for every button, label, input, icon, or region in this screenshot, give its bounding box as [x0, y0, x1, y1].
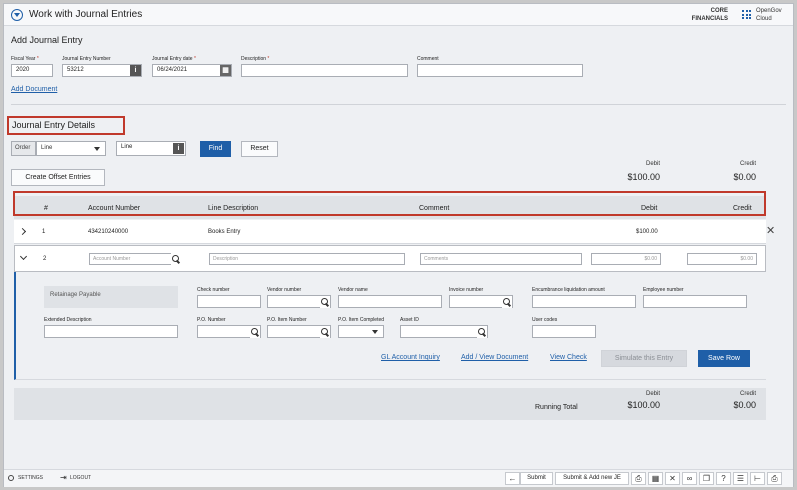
tree-icon[interactable]: ⊢: [750, 472, 765, 485]
extended-description-input[interactable]: [44, 325, 178, 338]
submit-add-new-button[interactable]: Submit & Add new JE: [555, 472, 629, 485]
credit-total: $0.00: [733, 172, 756, 182]
gl-account-inquiry-link[interactable]: GL Account Inquiry: [381, 354, 440, 361]
copy-icon[interactable]: ❐: [699, 472, 714, 485]
printer-icon[interactable]: ⎙: [767, 472, 782, 485]
info-icon[interactable]: i: [130, 65, 141, 76]
je-date-label: Journal Entry date *: [152, 56, 196, 62]
je-number-label: Journal Entry Number: [62, 56, 111, 62]
description-input[interactable]: Description: [209, 253, 405, 265]
encumbrance-input[interactable]: [532, 295, 636, 308]
logout-icon[interactable]: ⇥: [60, 473, 67, 482]
list-icon[interactable]: ☰: [733, 472, 748, 485]
order-select[interactable]: Line: [36, 141, 106, 156]
table-row-edit[interactable]: 2 Account Number Description Comments $0…: [14, 245, 766, 272]
running-credit: $0.00: [733, 400, 756, 410]
running-total-label: Running Total: [535, 404, 578, 411]
app-window: Work with Journal Entries CORE FINANCIAL…: [3, 3, 794, 487]
title-bar: Work with Journal Entries CORE FINANCIAL…: [4, 4, 793, 26]
retainage-payable: Retainage Payable: [44, 286, 178, 308]
user-codes-input[interactable]: [532, 325, 596, 338]
vendor-name-input[interactable]: [338, 295, 442, 308]
gear-icon[interactable]: [8, 475, 14, 481]
submit-button[interactable]: Submit: [520, 472, 553, 485]
divider: [11, 104, 786, 105]
comments-input[interactable]: Comments: [420, 253, 582, 265]
create-offset-button[interactable]: Create Offset Entries: [11, 169, 105, 186]
calendar-icon[interactable]: ▦: [220, 65, 231, 76]
save-row-button[interactable]: Save Row: [698, 350, 750, 367]
find-button[interactable]: Find: [200, 141, 231, 157]
employee-number-input[interactable]: [643, 295, 747, 308]
chevron-down-icon: [372, 330, 378, 334]
chevron-right-icon[interactable]: [18, 227, 27, 236]
debit-label: Debit: [645, 161, 660, 167]
running-debit: $100.00: [627, 400, 660, 410]
description-input[interactable]: [241, 64, 408, 77]
back-arrow-icon[interactable]: ←: [505, 472, 520, 485]
simulate-entry-button[interactable]: Simulate this Entry: [601, 350, 687, 367]
comment-label: Comment: [417, 56, 439, 62]
close-icon[interactable]: ✕: [766, 224, 775, 237]
account-number-input[interactable]: Account Number: [89, 253, 181, 265]
binoculars-icon[interactable]: ∞: [682, 472, 697, 485]
fiscal-year-label: Fiscal Year *: [11, 56, 39, 62]
check-number-input[interactable]: [197, 295, 261, 308]
highlight-box: [13, 191, 766, 216]
calculator-icon[interactable]: ▦: [648, 472, 663, 485]
search-icon[interactable]: [250, 326, 260, 338]
details-heading: Journal Entry Details: [12, 120, 96, 130]
grid-apps-icon[interactable]: [742, 10, 751, 19]
add-document-link[interactable]: Add Document: [11, 86, 57, 93]
description-label: Description *: [241, 56, 270, 62]
search-icon[interactable]: [320, 326, 330, 338]
search-icon[interactable]: [320, 296, 330, 308]
asset-id-input[interactable]: [400, 325, 488, 338]
view-check-link[interactable]: View Check: [550, 354, 587, 361]
logout-link[interactable]: LOGOUT: [70, 475, 91, 481]
footer-bar: SETTINGS ⇥ LOGOUT ← Submit Submit & Add …: [4, 469, 793, 487]
chevron-down-icon[interactable]: [19, 252, 28, 261]
credit-label: Credit: [739, 161, 756, 167]
debit-input[interactable]: $0.00: [591, 253, 661, 265]
help-icon[interactable]: ?: [716, 472, 731, 485]
product-name: CORE FINANCIALS: [691, 8, 728, 22]
excel-export-icon[interactable]: ✕: [665, 472, 680, 485]
app-menu-icon[interactable]: [11, 9, 23, 21]
order-label: Order: [11, 141, 36, 156]
search-icon[interactable]: [502, 296, 512, 308]
fiscal-year-input[interactable]: 2020: [11, 64, 53, 77]
add-view-document-link[interactable]: Add / View Document: [461, 354, 528, 361]
chevron-down-icon: [94, 147, 100, 151]
debit-total: $100.00: [627, 172, 660, 182]
po-item-completed-select[interactable]: [338, 325, 384, 338]
search-icon[interactable]: [477, 326, 487, 338]
table-row[interactable]: 1 434210240000 Books Entry $100.00: [14, 220, 766, 244]
reset-button[interactable]: Reset: [241, 141, 278, 157]
info-icon[interactable]: i: [173, 143, 184, 154]
page-title: Work with Journal Entries: [29, 9, 143, 20]
print-icon[interactable]: ⎙: [631, 472, 646, 485]
running-total-bar: Debit $100.00 Credit $0.00 Running Total: [14, 388, 766, 420]
settings-link[interactable]: SETTINGS: [18, 475, 43, 481]
credit-input[interactable]: $0.00: [687, 253, 757, 265]
row-detail-panel: Retainage Payable Check number Vendor nu…: [14, 272, 766, 380]
comment-input[interactable]: [417, 64, 583, 77]
brand-name: OpenGov Cloud: [756, 8, 782, 22]
search-icon[interactable]: [171, 253, 181, 265]
add-entry-heading: Add Journal Entry: [11, 35, 83, 45]
